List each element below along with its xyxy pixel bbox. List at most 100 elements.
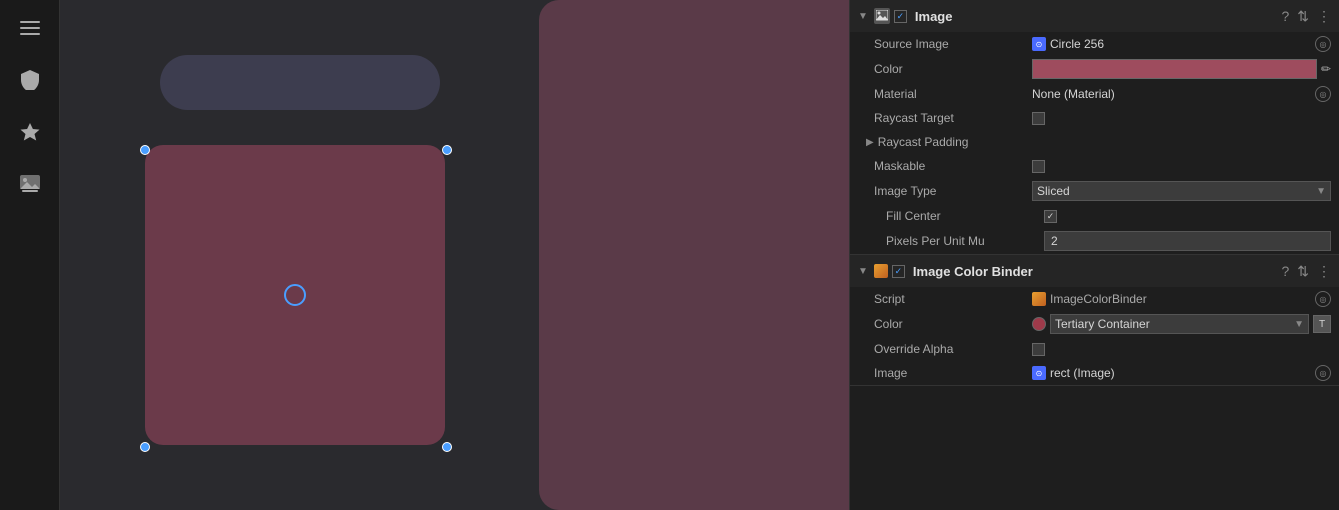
override-alpha-value: [1032, 343, 1331, 356]
script-value: ImageColorBinder ◎: [1032, 291, 1331, 307]
binder-color-dot[interactable]: [1032, 317, 1046, 331]
binder-settings-icon[interactable]: ⇅: [1297, 263, 1309, 280]
selection-dot-tl[interactable]: [140, 145, 150, 155]
source-image-select-btn[interactable]: ◎: [1315, 36, 1331, 52]
binder-color-arrow: ▼: [1294, 319, 1304, 330]
fill-center-label: Fill Center: [886, 209, 1036, 223]
image-type-row: Image Type Sliced ▼: [850, 178, 1339, 204]
image-component: ▼ Image ? ⇅ ⋮ Source Image ⊙: [850, 0, 1339, 255]
pixels-per-unit-input[interactable]: [1044, 231, 1331, 251]
color-picker-field[interactable]: [1032, 59, 1317, 79]
image-type-label: Image Type: [874, 184, 1024, 198]
image-collapse-arrow[interactable]: ▼: [858, 11, 868, 22]
material-row: Material None (Material) ◎: [850, 82, 1339, 106]
override-alpha-label: Override Alpha: [874, 342, 1024, 356]
material-text: None (Material): [1032, 87, 1115, 101]
source-image-thumb: ⊙: [1032, 37, 1046, 51]
override-alpha-row: Override Alpha: [850, 337, 1339, 361]
fill-center-row: Fill Center: [850, 204, 1339, 228]
binder-color-select[interactable]: Tertiary Container ▼: [1050, 314, 1309, 334]
image-type-select[interactable]: Sliced ▼: [1032, 181, 1331, 201]
fill-center-checkbox[interactable]: [1044, 210, 1057, 223]
canvas-card[interactable]: [145, 145, 445, 445]
color-row: Color ✏: [850, 56, 1339, 82]
material-field[interactable]: None (Material): [1032, 87, 1311, 101]
inspector-panel: ▼ Image ? ⇅ ⋮ Source Image ⊙: [849, 0, 1339, 510]
binder-component-title: Image Color Binder: [913, 264, 1278, 279]
image-settings-icon[interactable]: ⇅: [1297, 8, 1309, 25]
image-more-icon[interactable]: ⋮: [1317, 8, 1331, 25]
card-circle-indicator: [284, 284, 306, 306]
script-row: Script ImageColorBinder ◎: [850, 287, 1339, 311]
menu-icon[interactable]: [14, 12, 46, 44]
fill-center-value: [1044, 210, 1331, 223]
image-component-title: Image: [915, 9, 1278, 24]
script-field[interactable]: ImageColorBinder: [1032, 292, 1311, 306]
canvas-pill: [160, 55, 440, 110]
pixels-per-unit-value: [1044, 231, 1331, 251]
image-help-icon[interactable]: ?: [1281, 8, 1289, 24]
sidebar: [0, 0, 60, 510]
image-field-value: ⊙ rect (Image) ◎: [1032, 365, 1331, 381]
image-gallery-icon[interactable]: [14, 168, 46, 200]
image-asset-field[interactable]: ⊙ rect (Image): [1032, 366, 1311, 380]
binder-help-icon[interactable]: ?: [1281, 263, 1289, 279]
color-binder-header: ▼ Image Color Binder ? ⇅ ⋮: [850, 255, 1339, 287]
script-text: ImageColorBinder: [1050, 292, 1147, 306]
material-value: None (Material) ◎: [1032, 86, 1331, 102]
raycast-target-checkbox[interactable]: [1032, 112, 1045, 125]
shield-icon[interactable]: [14, 64, 46, 96]
binder-color-value: Tertiary Container ▼ T: [1032, 314, 1331, 334]
source-image-text: Circle 256: [1050, 37, 1104, 51]
image-select-btn[interactable]: ◎: [1315, 365, 1331, 381]
binder-script-icon: [874, 264, 888, 278]
color-pencil-icon[interactable]: ✏: [1321, 62, 1331, 76]
raycast-target-label: Raycast Target: [874, 111, 1024, 125]
script-select-btn[interactable]: ◎: [1315, 291, 1331, 307]
raycast-padding-label: Raycast Padding: [878, 135, 1028, 149]
binder-color-row: Color Tertiary Container ▼ T: [850, 311, 1339, 337]
pixels-per-unit-label: Pixels Per Unit Mu: [886, 234, 1036, 248]
image-field-label: Image: [874, 366, 1024, 380]
image-header-actions: ? ⇅ ⋮: [1281, 8, 1331, 25]
source-image-row: Source Image ⊙ Circle 256 ◎: [850, 32, 1339, 56]
maskable-checkbox[interactable]: [1032, 160, 1045, 173]
pixels-per-unit-row: Pixels Per Unit Mu: [850, 228, 1339, 254]
binder-color-selected: Tertiary Container: [1055, 317, 1150, 331]
image-enabled-checkbox[interactable]: [894, 10, 907, 23]
image-type-arrow: ▼: [1316, 186, 1326, 197]
source-image-value: ⊙ Circle 256 ◎: [1032, 36, 1331, 52]
image-field-row: Image ⊙ rect (Image) ◎: [850, 361, 1339, 385]
t-button[interactable]: T: [1313, 315, 1331, 333]
color-value: ✏: [1032, 59, 1331, 79]
raycast-target-row: Raycast Target: [850, 106, 1339, 130]
maskable-row: Maskable: [850, 154, 1339, 178]
binder-more-icon[interactable]: ⋮: [1317, 263, 1331, 280]
star-icon[interactable]: [14, 116, 46, 148]
binder-enabled-checkbox[interactable]: [892, 265, 905, 278]
binder-color-label: Color: [874, 317, 1024, 331]
selection-dot-bl[interactable]: [140, 442, 150, 452]
source-image-field[interactable]: ⊙ Circle 256: [1032, 37, 1311, 51]
material-select-btn[interactable]: ◎: [1315, 86, 1331, 102]
override-alpha-checkbox[interactable]: [1032, 343, 1045, 356]
selection-dot-br[interactable]: [442, 442, 452, 452]
maskable-value: [1032, 160, 1331, 173]
image-type-value: Sliced ▼: [1032, 181, 1331, 201]
image-component-header: ▼ Image ? ⇅ ⋮: [850, 0, 1339, 32]
image-type-selected: Sliced: [1037, 184, 1070, 198]
raycast-padding-row: ▶ Raycast Padding: [850, 130, 1339, 154]
binder-header-actions: ? ⇅ ⋮: [1281, 263, 1331, 280]
image-asset-icon: ⊙: [1032, 366, 1046, 380]
material-label: Material: [874, 87, 1024, 101]
selection-dot-tr[interactable]: [442, 145, 452, 155]
binder-collapse-arrow[interactable]: ▼: [858, 266, 868, 277]
script-label: Script: [874, 292, 1024, 306]
source-image-label: Source Image: [874, 37, 1024, 51]
color-label: Color: [874, 62, 1024, 76]
image-asset-text: rect (Image): [1050, 366, 1115, 380]
raycast-padding-arrow[interactable]: ▶: [866, 137, 874, 148]
script-asset-icon: [1032, 292, 1046, 306]
maskable-label: Maskable: [874, 159, 1024, 173]
canvas-bg-shape: [539, 0, 849, 510]
